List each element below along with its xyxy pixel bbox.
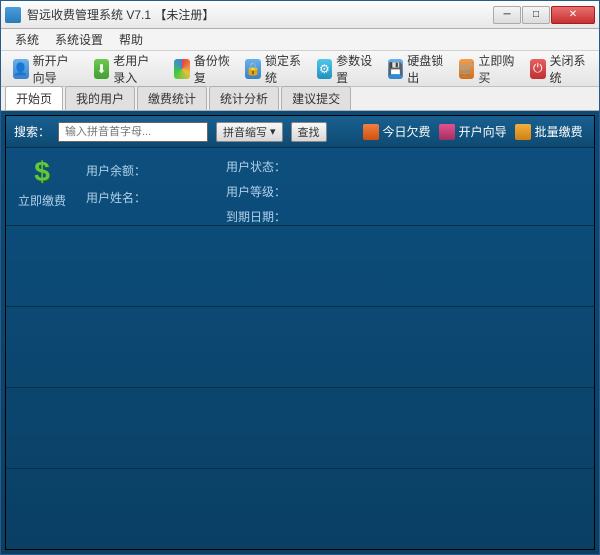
open-wizard-link[interactable]: 开户向导	[439, 123, 507, 140]
label: 今日欠费	[383, 123, 431, 140]
disk-lock-button[interactable]: 💾 硬盘锁出	[382, 49, 451, 89]
list-row	[6, 226, 594, 307]
cart-icon: 🛒	[459, 59, 475, 79]
label: 锁定系统	[265, 52, 303, 86]
user-info-panel: $ 立即缴费 用户余额： 用户姓名： 用户状态： 用户等级： 到期日期：	[6, 148, 594, 226]
import-icon: ⬇	[94, 59, 110, 79]
today-arrears-link[interactable]: 今日欠费	[363, 123, 431, 140]
title-bar: 智远收费管理系统 V7.1 【未注册】 ─ □ ✕	[1, 1, 599, 29]
label: 备份恢复	[194, 52, 232, 86]
tab-start[interactable]: 开始页	[5, 86, 63, 110]
menu-system[interactable]: 系统	[7, 29, 47, 50]
label: 老用户录入	[113, 52, 160, 86]
content-inner: 搜索： 拼音缩写 ▾ 查找 今日欠费 开户向导 批量缴费	[5, 115, 595, 550]
maximize-button[interactable]: □	[522, 6, 550, 24]
label: 硬盘锁出	[407, 52, 445, 86]
batch-fee-link[interactable]: 批量缴费	[515, 123, 583, 140]
backup-restore-button[interactable]: 备份恢复	[168, 49, 237, 89]
backup-icon	[174, 59, 190, 79]
search-input[interactable]	[58, 122, 208, 142]
search-mode-combo[interactable]: 拼音缩写 ▾	[216, 122, 283, 142]
toolbar: 👤 新开户向导 ⬇ 老用户录入 备份恢复 🔒 锁定系统 ⚙ 参数设置 💾 硬盘锁…	[1, 51, 599, 87]
new-account-wizard-button[interactable]: 👤 新开户向导	[7, 49, 86, 89]
close-system-button[interactable]: ⏻ 关闭系统	[524, 49, 593, 89]
lock-icon: 🔒	[245, 59, 261, 79]
power-icon: ⏻	[530, 59, 546, 79]
chevron-down-icon: ▾	[270, 125, 276, 138]
tab-fee-stats[interactable]: 缴费统计	[137, 86, 207, 110]
tab-my-users[interactable]: 我的用户	[65, 86, 135, 110]
menu-settings[interactable]: 系统设置	[47, 29, 111, 50]
dollar-icon: $	[34, 156, 50, 188]
buy-now-button[interactable]: 🛒 立即购买	[453, 49, 522, 89]
level-label: 用户等级：	[226, 183, 286, 200]
pay-now-label: 立即缴费	[18, 192, 66, 209]
list-row	[6, 469, 594, 549]
wizard-icon	[439, 124, 455, 140]
content-area: 搜索： 拼音缩写 ▾ 查找 今日欠费 开户向导 批量缴费	[1, 111, 599, 554]
window-title: 智远收费管理系统 V7.1 【未注册】	[27, 6, 493, 23]
label: 批量缴费	[535, 123, 583, 140]
tab-stats-analysis[interactable]: 统计分析	[209, 86, 279, 110]
search-bar: 搜索： 拼音缩写 ▾ 查找 今日欠费 开户向导 批量缴费	[6, 116, 594, 148]
label: 新开户向导	[33, 52, 80, 86]
wizard-icon: 👤	[13, 59, 29, 79]
menu-bar: 系统 系统设置 帮助	[1, 29, 599, 51]
label: 参数设置	[336, 52, 374, 86]
label: 开户向导	[459, 123, 507, 140]
tab-suggest[interactable]: 建议提交	[281, 86, 351, 110]
disk-icon: 💾	[388, 59, 404, 79]
balance-label: 用户余额：	[86, 162, 146, 179]
pay-now-button[interactable]: $ 立即缴费	[18, 156, 66, 217]
status-label: 用户状态：	[226, 158, 286, 175]
list-row	[6, 388, 594, 469]
minimize-button[interactable]: ─	[493, 6, 521, 24]
menu-help[interactable]: 帮助	[111, 29, 151, 50]
search-go-button[interactable]: 查找	[291, 122, 327, 142]
list-row	[6, 307, 594, 388]
lock-system-button[interactable]: 🔒 锁定系统	[239, 49, 308, 89]
name-label: 用户姓名：	[86, 189, 146, 206]
window-controls: ─ □ ✕	[493, 6, 595, 24]
search-label: 搜索：	[14, 123, 50, 140]
tab-bar: 开始页 我的用户 缴费统计 统计分析 建议提交	[1, 87, 599, 111]
settings-icon: ⚙	[317, 59, 333, 79]
close-button[interactable]: ✕	[551, 6, 595, 24]
user-fields-left: 用户余额： 用户姓名：	[86, 156, 146, 217]
arrears-icon	[363, 124, 379, 140]
expire-label: 到期日期：	[226, 208, 286, 225]
app-icon	[5, 7, 21, 23]
batch-icon	[515, 124, 531, 140]
combo-label: 拼音缩写	[223, 124, 267, 140]
old-user-import-button[interactable]: ⬇ 老用户录入	[88, 49, 167, 89]
label: 立即购买	[478, 52, 516, 86]
label: 关闭系统	[550, 52, 588, 86]
params-button[interactable]: ⚙ 参数设置	[311, 49, 380, 89]
user-fields-right: 用户状态： 用户等级： 到期日期：	[226, 156, 286, 217]
